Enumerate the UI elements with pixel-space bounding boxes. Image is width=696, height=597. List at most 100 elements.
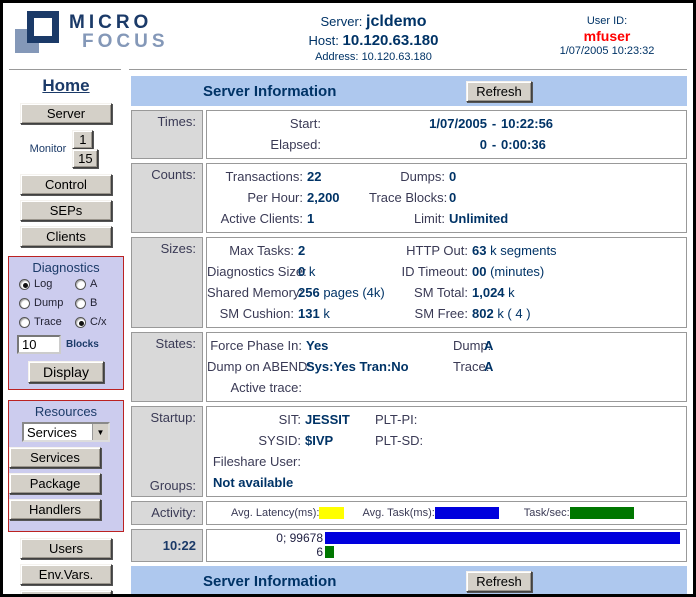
data-row: Shared Memory:256 pages (4k)SM Total:1,0…: [207, 282, 686, 303]
data-row: Fileshare User:: [207, 451, 686, 472]
field-value: 0: [449, 166, 686, 187]
field-label: Force Phase In:: [207, 335, 306, 356]
clients-button[interactable]: Clients: [20, 226, 112, 247]
radio-icon-a[interactable]: [75, 279, 86, 290]
section-counts: Counts:Transactions:22Dumps:0Per Hour:2,…: [131, 163, 687, 233]
data-row: SIT:JESSITPLT-PI:: [207, 409, 686, 430]
graph-line: 6: [207, 545, 680, 559]
radio-dump[interactable]: Dump: [19, 297, 75, 309]
data-row: Per Hour:2,200Trace Blocks:0: [207, 187, 686, 208]
radio-icon-b[interactable]: [75, 298, 86, 309]
section-body-sizes: Max Tasks:2HTTP Out:63 k segmentsDiagnos…: [206, 237, 687, 328]
activity-time-label: 10:22: [131, 529, 203, 562]
section-body-startup: SIT:JESSITPLT-PI:SYSID:$IVPPLT-SD:Filesh…: [206, 406, 687, 497]
data-row: Dump on ABEND:Sys:Yes Tran:NoTrace:A: [207, 356, 686, 377]
section-activity: Activity: Avg. Latency(ms):Avg. Task(ms)…: [131, 501, 687, 525]
groups-row: Not available: [207, 472, 686, 493]
radio-label-a: A: [90, 278, 97, 290]
section-label-times: Times:: [131, 110, 203, 159]
radio-icon-c-x[interactable]: [75, 317, 86, 328]
data-row: Transactions:22Dumps:0: [207, 166, 686, 187]
resources-select[interactable]: Services ▼: [22, 422, 110, 442]
resources-select-value: Services: [24, 424, 92, 440]
address-value: 10.120.63.180: [362, 51, 432, 63]
home-link[interactable]: Home: [42, 76, 89, 96]
chevron-down-icon[interactable]: ▼: [92, 424, 108, 440]
user-id-label: User ID:: [527, 15, 687, 27]
field-label: Dump:: [453, 335, 484, 356]
field-label: Elapsed:: [207, 134, 325, 155]
sections: Times:Start:1/07/2005-10:22:56Elapsed:0-…: [131, 110, 687, 497]
main-panel: Server Information Refresh Times:Start:1…: [131, 76, 693, 597]
section-sizes: Sizes:Max Tasks:2HTTP Out:63 k segmentsD…: [131, 237, 687, 328]
section-label-sizes: Sizes:: [131, 237, 203, 328]
address-label: Address:: [315, 51, 358, 63]
data-row: SM Cushion:131 kSM Free:802 k ( 4 ): [207, 303, 686, 324]
resources-title: Resources: [9, 404, 123, 419]
footer-band: Server Information Refresh: [131, 566, 687, 596]
section-label-counts: Counts:: [131, 163, 203, 233]
services-button[interactable]: Services: [9, 447, 101, 468]
graph-bar: [325, 546, 334, 558]
graph-value-text: 6: [207, 546, 325, 559]
section-times: Times:Start:1/07/2005-10:22:56Elapsed:0-…: [131, 110, 687, 159]
logo-text-micro: MICRO: [69, 13, 169, 32]
monitor-button-1[interactable]: 1: [72, 130, 93, 149]
field-label: SM Cushion:: [207, 303, 298, 324]
field-value: 00 (minutes): [472, 261, 686, 282]
radio-b[interactable]: B: [75, 297, 123, 309]
field-value: [484, 377, 686, 398]
control-button[interactable]: Control: [20, 174, 112, 195]
users-button[interactable]: Users: [20, 538, 112, 559]
section-states: States:Force Phase In:YesDump:ADump on A…: [131, 332, 687, 402]
refresh-button[interactable]: Refresh: [466, 81, 532, 102]
footer-title: Server Information: [203, 573, 336, 590]
field-value: Unlimited: [449, 208, 686, 229]
field-label: Limit:: [369, 208, 449, 229]
field-value: 63 k segments: [472, 240, 686, 261]
package-button[interactable]: Package: [9, 473, 101, 494]
app-window: MICRO FOCUS Server: jcldemo Host: 10.120…: [0, 0, 696, 597]
section-body-states: Force Phase In:YesDump:ADump on ABEND:Sy…: [206, 332, 687, 402]
field-value: [411, 430, 686, 451]
radio-trace[interactable]: Trace: [19, 316, 75, 328]
section-activity-graph: 10:22 0; 996786: [131, 529, 687, 562]
legend-swatch: [435, 507, 499, 519]
field-label: ID Timeout:: [400, 261, 472, 282]
radio-icon-trace[interactable]: [19, 317, 30, 328]
env-vars-button[interactable]: Env.Vars.: [20, 564, 112, 585]
handlers-button[interactable]: Handlers: [9, 499, 101, 520]
field-label: Per Hour:: [207, 187, 307, 208]
diagnostics-box: Diagnostics LogADumpBTraceC/x Blocks Dis…: [8, 256, 124, 390]
monitor-button-15[interactable]: 15: [72, 149, 98, 168]
radio-c-x[interactable]: C/x: [75, 316, 123, 328]
radio-icon-dump[interactable]: [19, 298, 30, 309]
section-label-activity: Activity:: [131, 501, 203, 525]
field-label: Max Tasks:: [207, 240, 298, 261]
field-value: A: [484, 356, 686, 377]
radio-label-c-x: C/x: [90, 316, 107, 328]
seps-button[interactable]: SEPs: [20, 200, 112, 221]
server-info: Server: jcldemo Host: 10.120.63.180 Addr…: [220, 11, 527, 63]
header-divider: [3, 69, 693, 70]
field-label: SIT:: [207, 409, 305, 430]
graph-bar: [325, 532, 680, 544]
radio-label-dump: Dump: [34, 297, 63, 309]
radio-a[interactable]: A: [75, 278, 123, 290]
activity-graph: 0; 996786: [206, 529, 687, 562]
radio-icon-log[interactable]: [19, 279, 30, 290]
server-button[interactable]: Server: [20, 103, 112, 124]
field-value: [305, 451, 375, 472]
field-label: Trace Blocks:: [369, 187, 449, 208]
field-value: $IVP: [305, 430, 375, 451]
field-label: Dump on ABEND:: [207, 356, 306, 377]
field-label: PLT-PI:: [375, 409, 411, 430]
radio-log[interactable]: Log: [19, 278, 75, 290]
field-label: Shared Memory:: [207, 282, 298, 303]
display-button[interactable]: Display: [28, 361, 104, 383]
blocks-input[interactable]: [17, 335, 61, 354]
chg-user-button[interactable]: Chg.User: [20, 590, 112, 597]
footer-refresh-button[interactable]: Refresh: [466, 571, 532, 592]
blocks-label: Blocks: [66, 339, 99, 350]
field-label: Diagnostics Size:: [207, 261, 298, 282]
